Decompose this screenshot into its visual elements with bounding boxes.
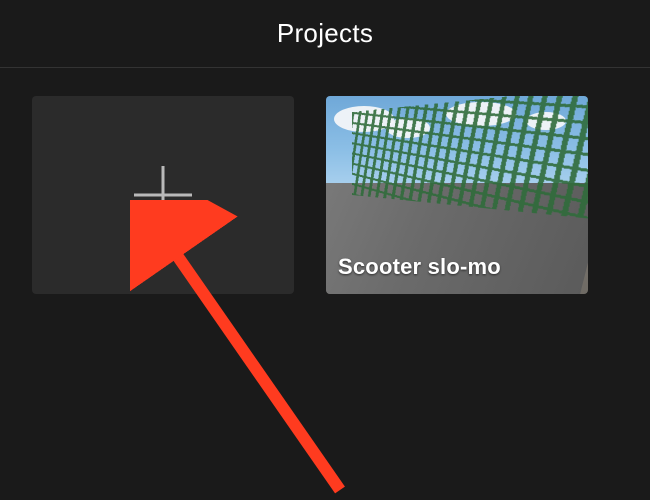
- page-title: Projects: [277, 18, 373, 49]
- project-title: Scooter slo-mo: [338, 254, 501, 280]
- projects-grid: Scooter slo-mo: [0, 68, 650, 322]
- new-project-button[interactable]: [32, 96, 294, 294]
- header: Projects: [0, 0, 650, 68]
- project-tile[interactable]: Scooter slo-mo: [326, 96, 588, 294]
- plus-icon: [128, 160, 198, 230]
